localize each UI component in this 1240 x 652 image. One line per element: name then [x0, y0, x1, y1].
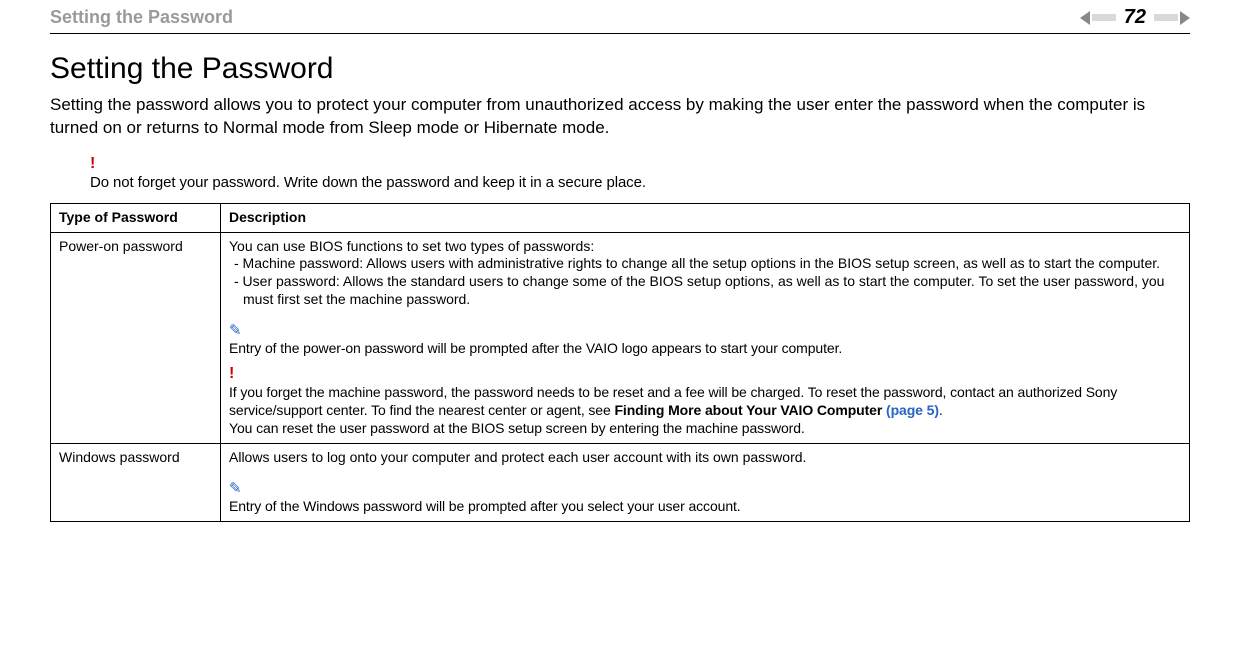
pager-bar-icon [1154, 14, 1178, 21]
table-header-row: Type of Password Description [51, 203, 1190, 232]
password-type-cell: Windows password [51, 443, 221, 521]
bang-note-bold: Finding More about Your VAIO Computer [614, 402, 886, 418]
bang-note-post: . [939, 402, 943, 418]
password-type-cell: Power-on password [51, 232, 221, 443]
page-number: 72 [1124, 6, 1146, 29]
page-title: Setting the Password [50, 52, 1190, 86]
prev-page-button[interactable] [1080, 11, 1116, 25]
pager-bar-icon [1092, 14, 1116, 21]
intro-paragraph: Setting the password allows you to prote… [50, 94, 1190, 140]
table-row: Power-on password You can use BIOS funct… [51, 232, 1190, 443]
password-desc-cell: You can use BIOS functions to set two ty… [221, 232, 1190, 443]
pencil-icon: ✎ [229, 481, 1181, 496]
pencil-icon: ✎ [229, 323, 1181, 338]
next-page-button[interactable] [1154, 11, 1190, 25]
triangle-right-icon [1180, 11, 1190, 25]
table-header-description: Description [221, 203, 1190, 232]
desc-bullet: - User password: Allows the standard use… [229, 273, 1181, 309]
desc-bullet: - Machine password: Allows users with ad… [229, 255, 1181, 273]
desc-intro: Allows users to log onto your computer a… [229, 449, 1181, 467]
exclamation-icon: ! [90, 156, 1190, 172]
warning-note-text: Do not forget your password. Write down … [90, 174, 646, 191]
password-desc-cell: Allows users to log onto your computer a… [221, 443, 1190, 521]
breadcrumb: Setting the Password [50, 7, 233, 28]
password-table: Type of Password Description Power-on pa… [50, 203, 1190, 522]
header-bar: Setting the Password 72 [50, 0, 1190, 33]
triangle-left-icon [1080, 11, 1090, 25]
header-divider [50, 33, 1190, 34]
pencil-note-text: Entry of the Windows password will be pr… [229, 498, 741, 514]
bang-note-text: If you forget the machine password, the … [229, 384, 1117, 418]
exclamation-icon: ! [229, 366, 1181, 382]
bang-note-tail: You can reset the user password at the B… [229, 420, 1181, 438]
warning-note: ! Do not forget your password. Write dow… [90, 156, 1190, 193]
pager: 72 [1080, 6, 1190, 29]
page-link[interactable]: (page 5) [886, 402, 939, 418]
table-header-type: Type of Password [51, 203, 221, 232]
pencil-note-text: Entry of the power-on password will be p… [229, 340, 842, 356]
table-row: Windows password Allows users to log ont… [51, 443, 1190, 521]
desc-intro: You can use BIOS functions to set two ty… [229, 238, 1181, 256]
